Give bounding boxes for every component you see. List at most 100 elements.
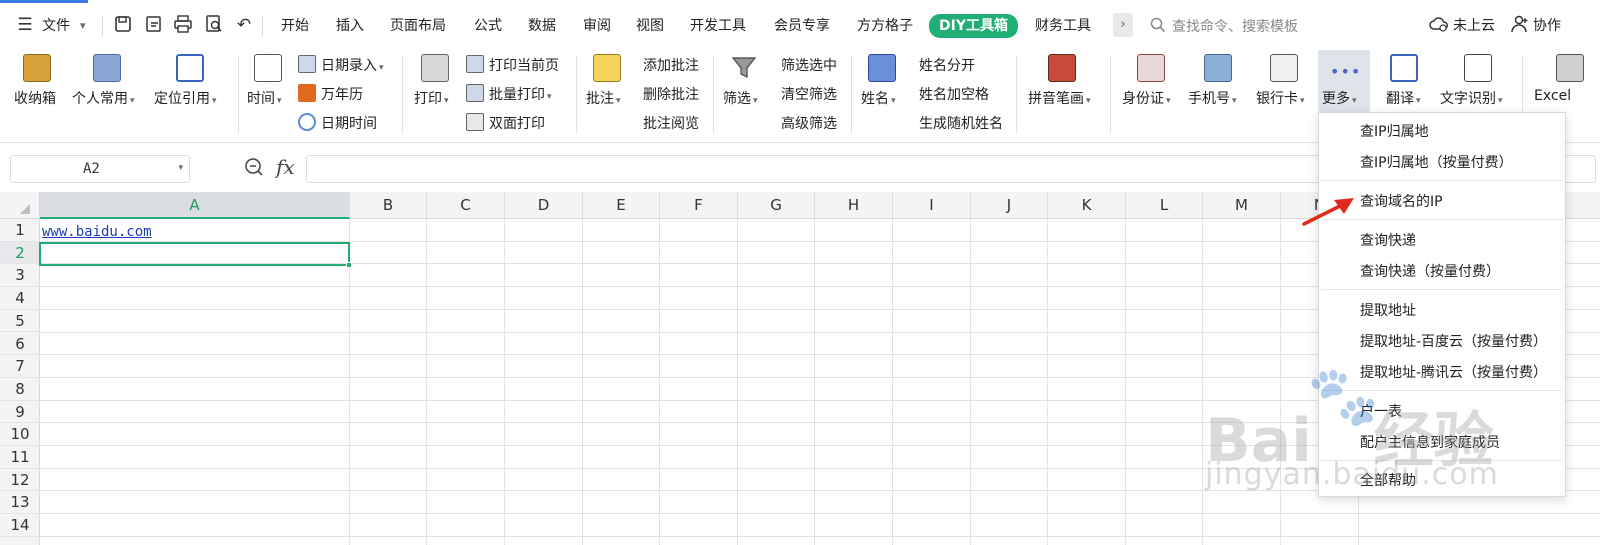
- bank-card-button[interactable]: 银行卡 ▾: [1254, 50, 1316, 142]
- delete-annotation-button[interactable]: 删除批注: [643, 83, 699, 107]
- save-icon[interactable]: [112, 14, 134, 36]
- row-header-14[interactable]: 14: [0, 514, 40, 537]
- cloud-sync-icon[interactable]: [1428, 14, 1450, 36]
- tab-home[interactable]: 开始: [281, 15, 309, 37]
- date-time-button[interactable]: 日期时间: [298, 112, 377, 136]
- collaborate-button[interactable]: 协作: [1533, 15, 1561, 37]
- row-header-13[interactable]: 13: [0, 491, 40, 515]
- column-header-f[interactable]: F: [660, 192, 738, 219]
- duplex-print-button[interactable]: 双面打印: [466, 112, 545, 136]
- file-menu[interactable]: 文件: [42, 15, 70, 37]
- selected-cell-a2[interactable]: [39, 242, 352, 268]
- date-entry-button[interactable]: 日期录入 ▾: [298, 54, 384, 78]
- column-header-l[interactable]: L: [1126, 192, 1203, 219]
- filter-selected-button[interactable]: 筛选选中: [781, 54, 837, 78]
- column-header-c[interactable]: C: [427, 192, 505, 219]
- column-header-d[interactable]: D: [505, 192, 583, 219]
- print-preview-icon[interactable]: [203, 14, 225, 36]
- phone-button[interactable]: 手机号 ▾: [1186, 50, 1250, 142]
- command-search[interactable]: 查找命令、搜索模板: [1150, 13, 1390, 37]
- locate-ref-button[interactable]: 定位引用 ▾: [150, 50, 226, 142]
- cell-a1-hyperlink[interactable]: www.baidu.com: [42, 224, 152, 240]
- formula-search-icon[interactable]: [244, 157, 264, 182]
- tab-diy-toolbox[interactable]: DIY工具箱: [929, 14, 1018, 38]
- column-header-h[interactable]: H: [815, 192, 893, 219]
- time-button[interactable]: 时间 ▾: [244, 50, 292, 142]
- column-header-j[interactable]: J: [971, 192, 1048, 219]
- undo-icon[interactable]: ↶: [233, 14, 255, 36]
- more-tabs-chevron-icon[interactable]: ›: [1113, 13, 1133, 37]
- print-button[interactable]: 打印 ▾: [410, 50, 460, 142]
- menu-item-extract-address-tencent[interactable]: 提取地址-腾讯云（按量付费）: [1360, 362, 1547, 382]
- random-name-button[interactable]: 生成随机姓名: [919, 112, 1003, 136]
- column-header-b[interactable]: B: [350, 192, 427, 219]
- fill-handle[interactable]: [346, 262, 352, 268]
- insert-function-button[interactable]: fx: [276, 155, 295, 179]
- perpetual-calendar-button[interactable]: 万年历: [298, 83, 363, 107]
- batch-print-button[interactable]: 批量打印 ▾: [466, 83, 552, 107]
- column-header-m[interactable]: M: [1203, 192, 1281, 219]
- annotate-button[interactable]: 批注 ▾: [582, 50, 632, 142]
- cloud-status[interactable]: 未上云: [1453, 15, 1495, 37]
- menu-item-extract-address[interactable]: 提取地址: [1360, 300, 1416, 320]
- row-header-11[interactable]: 11: [0, 446, 40, 469]
- tab-data[interactable]: 数据: [528, 15, 556, 37]
- row-header-5[interactable]: 5: [0, 310, 40, 333]
- row-header-8[interactable]: 8: [0, 378, 40, 401]
- menu-item-household-table[interactable]: 户一表: [1360, 401, 1402, 421]
- select-all-corner[interactable]: [0, 192, 40, 219]
- row-header-4[interactable]: 4: [0, 287, 40, 310]
- view-annotation-button[interactable]: 批注阅览: [643, 112, 699, 136]
- row-header-2[interactable]: 2: [0, 241, 40, 265]
- filter-button[interactable]: 筛选 ▾: [719, 50, 769, 142]
- tab-view[interactable]: 视图: [636, 15, 664, 37]
- storage-box-button[interactable]: 收纳箱: [10, 50, 64, 142]
- clear-filter-button[interactable]: 清空筛选: [781, 83, 837, 107]
- tab-insert[interactable]: 插入: [336, 15, 364, 37]
- tab-review[interactable]: 审阅: [583, 15, 611, 37]
- menu-item-extract-address-baidu[interactable]: 提取地址-百度云（按量付费）: [1360, 331, 1547, 351]
- menu-item-ip-location[interactable]: 查IP归属地: [1360, 121, 1429, 141]
- menu-item-express[interactable]: 查询快递: [1360, 230, 1416, 250]
- tab-finance-tools[interactable]: 财务工具: [1035, 15, 1091, 37]
- column-header-g[interactable]: G: [738, 192, 815, 219]
- advanced-filter-button[interactable]: 高级筛选: [781, 112, 837, 136]
- split-name-button[interactable]: 姓名分开: [919, 54, 975, 78]
- name-add-space-button[interactable]: 姓名加空格: [919, 83, 989, 107]
- name-box[interactable]: A2 ▾: [10, 155, 190, 183]
- name-button[interactable]: 姓名 ▾: [857, 50, 907, 142]
- row-header-10[interactable]: 10: [0, 423, 40, 446]
- row-header-6[interactable]: 6: [0, 333, 40, 356]
- export-pdf-icon[interactable]: [143, 14, 165, 36]
- column-header-e[interactable]: E: [583, 192, 660, 219]
- file-menu-chevron-down-icon[interactable]: ▾: [80, 15, 86, 37]
- pinyin-strokes-button[interactable]: 拼音笔画 ▾: [1022, 50, 1100, 142]
- tab-page-layout[interactable]: 页面布局: [390, 15, 446, 37]
- tab-fangfang-gezi[interactable]: 方方格子: [857, 15, 913, 37]
- row-header-7[interactable]: 7: [0, 355, 40, 378]
- menu-item-help[interactable]: 全部帮助: [1360, 470, 1416, 490]
- menu-item-domain-ip[interactable]: 查询域名的IP: [1360, 191, 1443, 211]
- row-header-1[interactable]: 1: [0, 219, 40, 242]
- menu-item-household-members[interactable]: 配户主信息到家庭成员: [1360, 432, 1500, 452]
- print-current-page-button[interactable]: 打印当前页: [466, 54, 559, 78]
- more-button[interactable]: ••• 更多 ▾: [1318, 50, 1370, 112]
- collaborate-user-icon[interactable]: [1509, 14, 1531, 36]
- personal-common-button[interactable]: 个人常用 ▾: [70, 50, 142, 142]
- row-header-12[interactable]: 12: [0, 469, 40, 492]
- tab-formulas[interactable]: 公式: [474, 15, 502, 37]
- menu-item-express-paid[interactable]: 查询快递（按量付费）: [1360, 261, 1500, 281]
- row-header-3[interactable]: 3: [0, 264, 40, 288]
- tab-developer[interactable]: 开发工具: [690, 15, 746, 37]
- row-header-9[interactable]: 9: [0, 401, 40, 424]
- print-icon[interactable]: [172, 14, 194, 36]
- tab-member[interactable]: 会员专享: [774, 15, 830, 37]
- column-header-k[interactable]: K: [1048, 192, 1126, 219]
- column-header-a[interactable]: A: [40, 192, 350, 219]
- column-header-i[interactable]: I: [893, 192, 971, 219]
- id-card-button[interactable]: 身份证 ▾: [1120, 50, 1182, 142]
- name-box-chevron-down-icon[interactable]: ▾: [178, 163, 183, 173]
- hamburger-menu-icon[interactable]: ☰: [14, 14, 36, 36]
- add-annotation-button[interactable]: 添加批注: [643, 54, 699, 78]
- menu-item-ip-location-paid[interactable]: 查IP归属地（按量付费）: [1360, 152, 1513, 172]
